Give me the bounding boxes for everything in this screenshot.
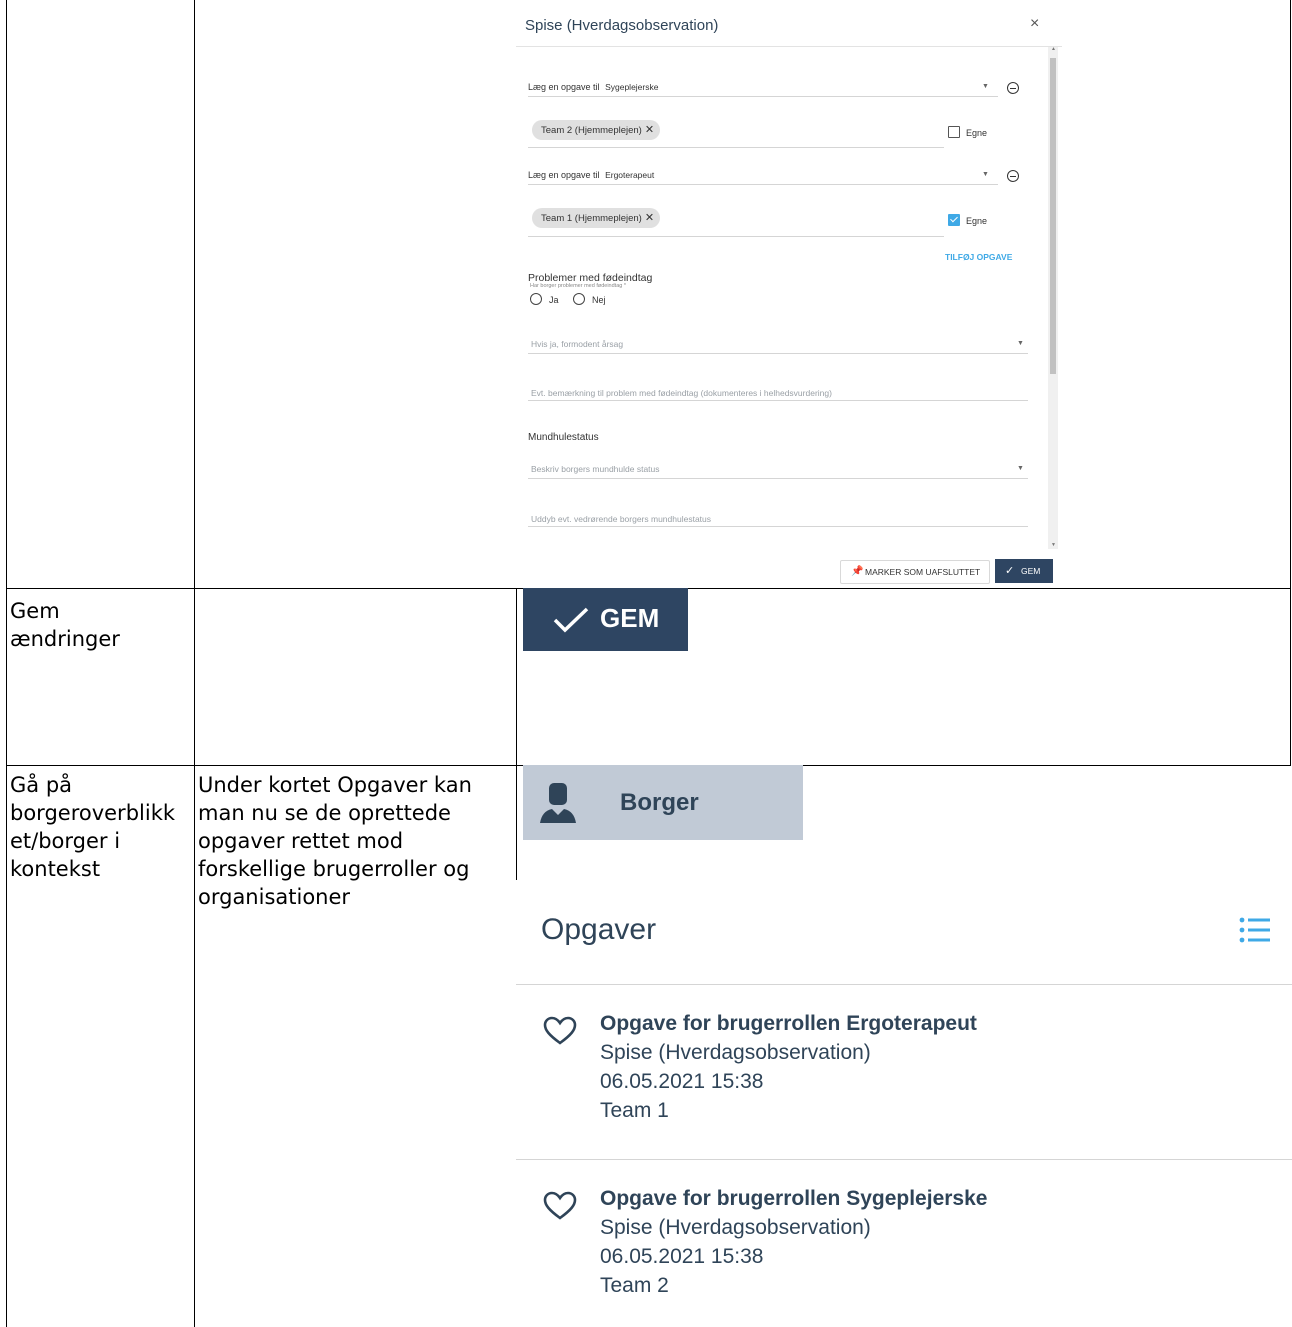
- problem-question: Har borger problemer med fødeindtag *: [530, 283, 626, 289]
- mouth-elaborate-underline: [528, 526, 1028, 527]
- task-1-role: Sygeplejerske: [605, 82, 659, 92]
- dialog-divider: [516, 46, 1062, 47]
- check-icon: [553, 607, 589, 633]
- task-1-own-checkbox[interactable]: [948, 126, 960, 138]
- remove-task-2-icon[interactable]: [1007, 170, 1019, 182]
- task-item-1-datetime: 06.05.2021 15:38: [600, 1070, 764, 1093]
- chip-remove-icon[interactable]: ✕: [645, 124, 654, 136]
- row-2-description: Under kortet Opgaver kan man nu se de opr…: [198, 773, 472, 909]
- mouth-dropdown-icon[interactable]: ▼: [1017, 465, 1024, 472]
- task-2-chip[interactable]: Team 1 (Hjemmeplejen) ✕: [532, 208, 661, 228]
- task-2-assign-row[interactable]: Læg en opgave til Ergoterapeut: [528, 170, 654, 180]
- check-icon: ✓: [1005, 565, 1015, 577]
- reason-underline: [528, 353, 1028, 354]
- save-button-large-label: GEM: [600, 603, 660, 633]
- reason-select[interactable]: Hvis ja, formodent årsag: [531, 339, 623, 349]
- row-2-action: Gå på borgeroverblikk et/borger i kontekst: [10, 773, 176, 881]
- card-divider-1: [516, 984, 1292, 985]
- task-1-chip[interactable]: Team 2 (Hjemmeplejen) ✕: [532, 120, 661, 140]
- task-2-chip-label: Team 1 (Hjemmeplejen): [541, 213, 642, 224]
- opgaver-title: Opgaver: [541, 913, 657, 946]
- save-button-small[interactable]: ✓ GEM: [995, 559, 1053, 583]
- task-2-underline: [528, 184, 998, 185]
- mouth-underline: [528, 478, 1028, 479]
- task-1-label: Læg en opgave til: [528, 82, 600, 92]
- mouth-title: Mundhulestatus: [528, 432, 599, 443]
- save-button-large[interactable]: GEM: [523, 588, 688, 651]
- remark-input[interactable]: Evt. bemærkning til problem med fødeindt…: [531, 388, 832, 398]
- add-task-button[interactable]: TILFØJ OPGAVE: [945, 252, 1012, 262]
- task-item-2-datetime: 06.05.2021 15:38: [600, 1245, 764, 1268]
- task-2-chip-underline: [528, 236, 944, 237]
- task-1-chip-underline: [528, 147, 944, 148]
- list-icon[interactable]: [1239, 916, 1271, 944]
- chip-remove-icon[interactable]: ✕: [645, 212, 654, 224]
- scrollbar-thumb[interactable]: [1050, 58, 1056, 374]
- task-2-label: Læg en opgave til: [528, 170, 600, 180]
- task-1-own-label: Egne: [966, 128, 988, 138]
- task-item-2-activity: Spise (Hverdagsobservation): [600, 1216, 871, 1239]
- person-icon: [540, 783, 576, 823]
- task-1-underline: [528, 96, 998, 97]
- task-1-chip-label: Team 2 (Hjemmeplejen): [541, 125, 642, 136]
- pin-icon: 📌: [851, 566, 864, 577]
- task-item-2-title[interactable]: Opgave for brugerrollen Sygeplejerske: [600, 1187, 987, 1211]
- task-2-dropdown-icon[interactable]: ▼: [982, 171, 989, 178]
- card-divider-2: [516, 1159, 1292, 1160]
- task-item-2-team: Team 2: [600, 1274, 669, 1297]
- radio-yes-label: Ja: [549, 295, 559, 305]
- borger-nav-button[interactable]: Borger: [523, 765, 803, 840]
- task-item-1-activity: Spise (Hverdagsobservation): [600, 1041, 871, 1064]
- heart-icon[interactable]: [543, 1016, 577, 1046]
- radio-no[interactable]: [573, 293, 585, 305]
- reason-dropdown-icon[interactable]: ▼: [1017, 340, 1024, 347]
- scroll-down-icon[interactable]: ▼: [1051, 542, 1056, 548]
- scroll-up-icon[interactable]: ▲: [1051, 46, 1056, 52]
- remove-task-1-icon[interactable]: [1007, 82, 1019, 94]
- mouth-elaborate-input[interactable]: Uddyb evt. vedrørende borgers mundhulest…: [531, 514, 711, 524]
- mark-unfinished-button[interactable]: 📌 MARKER SOM UAFSLUTTET: [840, 560, 990, 584]
- task-item-1-title[interactable]: Opgave for brugerrollen Ergoterapeut: [600, 1012, 977, 1036]
- radio-yes[interactable]: [530, 293, 542, 305]
- dialog-title: Spise (Hverdagsobservation): [525, 17, 719, 34]
- task-item-1-team: Team 1: [600, 1099, 669, 1122]
- table-border-right: [1290, 0, 1291, 765]
- task-1-assign-row[interactable]: Læg en opgave til Sygeplejerske: [528, 82, 658, 92]
- task-2-role: Ergoterapeut: [605, 170, 655, 180]
- table-border-col2: [194, 0, 195, 1327]
- task-2-own-label: Egne: [966, 216, 988, 226]
- remark-underline: [528, 400, 1028, 401]
- mark-unfinished-label: MARKER SOM UAFSLUTTET: [865, 567, 981, 577]
- save-button-small-label: GEM: [1021, 566, 1041, 576]
- mouth-status-select[interactable]: Beskriv borgers mundhulde status: [531, 464, 660, 474]
- radio-no-label: Nej: [592, 295, 606, 305]
- close-icon[interactable]: ×: [1030, 15, 1039, 33]
- task-1-dropdown-icon[interactable]: ▼: [982, 83, 989, 90]
- task-2-own-checkbox[interactable]: [948, 214, 960, 226]
- table-border-left: [6, 0, 7, 1327]
- observation-dialog: Spise (Hverdagsobservation) × ▲ ▼ Læg en…: [516, 0, 1062, 588]
- heart-icon[interactable]: [543, 1191, 577, 1221]
- borger-label: Borger: [620, 789, 699, 816]
- row-1-action: Gem ændringer: [10, 599, 120, 651]
